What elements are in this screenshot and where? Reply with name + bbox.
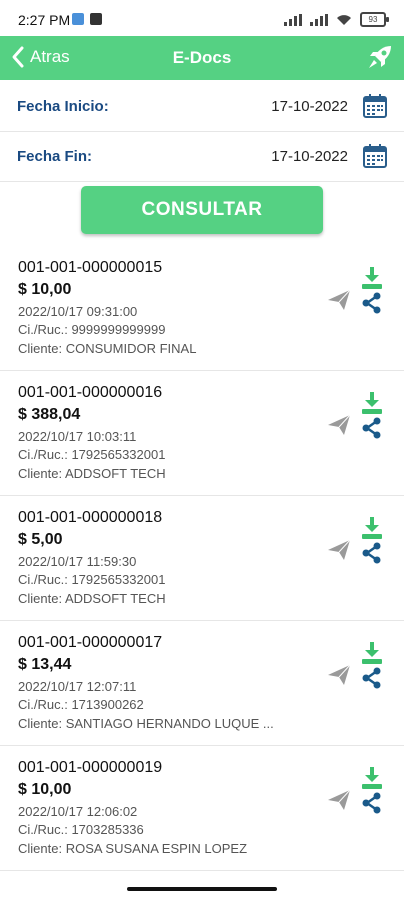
app-notification-icon bbox=[90, 13, 102, 25]
document-ruc: Ci./Ruc.: 1792565332001 bbox=[18, 447, 166, 462]
battery-icon: 93 bbox=[360, 12, 389, 27]
list-item[interactable]: 001-001-000000018 $ 5,00 2022/10/17 11:5… bbox=[0, 496, 404, 621]
signal-icon bbox=[310, 13, 328, 26]
send-icon[interactable] bbox=[327, 414, 351, 436]
end-date-row: Fecha Fin: 17-10-2022 bbox=[0, 131, 404, 182]
start-date-label: Fecha Inicio: bbox=[17, 97, 109, 115]
document-amount: $ 10,00 bbox=[18, 281, 72, 298]
share-icon[interactable] bbox=[361, 542, 383, 564]
share-icon[interactable] bbox=[361, 292, 383, 314]
calendar-icon[interactable] bbox=[362, 93, 388, 119]
app-bar: Atras E-Docs bbox=[0, 36, 404, 80]
download-icon[interactable] bbox=[360, 641, 384, 665]
share-icon[interactable] bbox=[361, 417, 383, 439]
list-item[interactable]: 001-001-000000019 $ 10,00 2022/10/17 12:… bbox=[0, 746, 404, 871]
signal-icon bbox=[284, 13, 302, 26]
end-date-label: Fecha Fin: bbox=[17, 147, 93, 165]
document-client: Cliente: ROSA SUSANA ESPIN LOPEZ bbox=[18, 841, 248, 856]
document-datetime: 2022/10/17 12:07:11 bbox=[18, 679, 137, 694]
download-icon[interactable] bbox=[360, 766, 384, 790]
download-icon[interactable] bbox=[360, 516, 384, 540]
document-datetime: 2022/10/17 09:31:00 bbox=[18, 304, 138, 319]
document-ruc: Ci./Ruc.: 9999999999999 bbox=[18, 322, 166, 337]
document-client: Cliente: CONSUMIDOR FINAL bbox=[18, 341, 197, 356]
home-indicator[interactable] bbox=[127, 887, 277, 891]
document-number: 001-001-000000017 bbox=[18, 634, 163, 651]
status-time: 2:27 PM bbox=[18, 12, 71, 28]
share-icon[interactable] bbox=[361, 667, 383, 689]
send-icon[interactable] bbox=[327, 539, 351, 561]
download-icon[interactable] bbox=[360, 391, 384, 415]
document-client: Cliente: ADDSOFT TECH bbox=[18, 591, 166, 606]
send-icon[interactable] bbox=[327, 289, 351, 311]
status-bar: 2:27 PM 93 bbox=[0, 0, 404, 36]
consultar-button[interactable]: CONSULTAR bbox=[81, 186, 323, 234]
document-amount: $ 10,00 bbox=[18, 781, 72, 798]
calendar-icon[interactable] bbox=[362, 143, 388, 169]
list-item[interactable]: 001-001-000000016 $ 388,04 2022/10/17 10… bbox=[0, 371, 404, 496]
notification-icons bbox=[72, 13, 102, 25]
battery-level: 93 bbox=[368, 15, 378, 24]
document-ruc: Ci./Ruc.: 1703285336 bbox=[18, 822, 144, 837]
start-date-value[interactable]: 17-10-2022 bbox=[271, 98, 348, 115]
share-icon[interactable] bbox=[361, 792, 383, 814]
document-number: 001-001-000000018 bbox=[18, 509, 163, 526]
document-amount: $ 5,00 bbox=[18, 531, 63, 548]
send-icon[interactable] bbox=[327, 789, 351, 811]
end-date-value[interactable]: 17-10-2022 bbox=[271, 148, 348, 165]
document-amount: $ 13,44 bbox=[18, 656, 72, 673]
page-title: E-Docs bbox=[172, 48, 232, 67]
document-datetime: 2022/10/17 10:03:11 bbox=[18, 429, 137, 444]
document-number: 001-001-000000016 bbox=[18, 384, 163, 401]
document-list: 001-001-000000015 $ 10,00 2022/10/17 09:… bbox=[0, 246, 404, 871]
document-number: 001-001-000000019 bbox=[18, 759, 163, 776]
document-datetime: 2022/10/17 12:06:02 bbox=[18, 804, 138, 819]
download-icon[interactable] bbox=[360, 266, 384, 290]
send-icon[interactable] bbox=[327, 664, 351, 686]
list-item[interactable]: 001-001-000000017 $ 13,44 2022/10/17 12:… bbox=[0, 621, 404, 746]
document-number: 001-001-000000015 bbox=[18, 259, 163, 276]
document-client: Cliente: ADDSOFT TECH bbox=[18, 466, 166, 481]
status-indicators: 93 bbox=[284, 12, 389, 27]
document-ruc: Ci./Ruc.: 1713900262 bbox=[18, 697, 144, 712]
document-client: Cliente: SANTIAGO HERNANDO LUQUE ... bbox=[18, 716, 274, 731]
document-amount: $ 388,04 bbox=[18, 406, 81, 423]
start-date-row: Fecha Inicio: 17-10-2022 bbox=[0, 81, 404, 132]
document-ruc: Ci./Ruc.: 1792565332001 bbox=[18, 572, 166, 587]
rocket-icon[interactable] bbox=[364, 41, 396, 73]
document-datetime: 2022/10/17 11:59:30 bbox=[18, 554, 137, 569]
list-item[interactable]: 001-001-000000015 $ 10,00 2022/10/17 09:… bbox=[0, 246, 404, 371]
cloud-icon bbox=[72, 13, 84, 25]
wifi-icon bbox=[337, 14, 351, 25]
